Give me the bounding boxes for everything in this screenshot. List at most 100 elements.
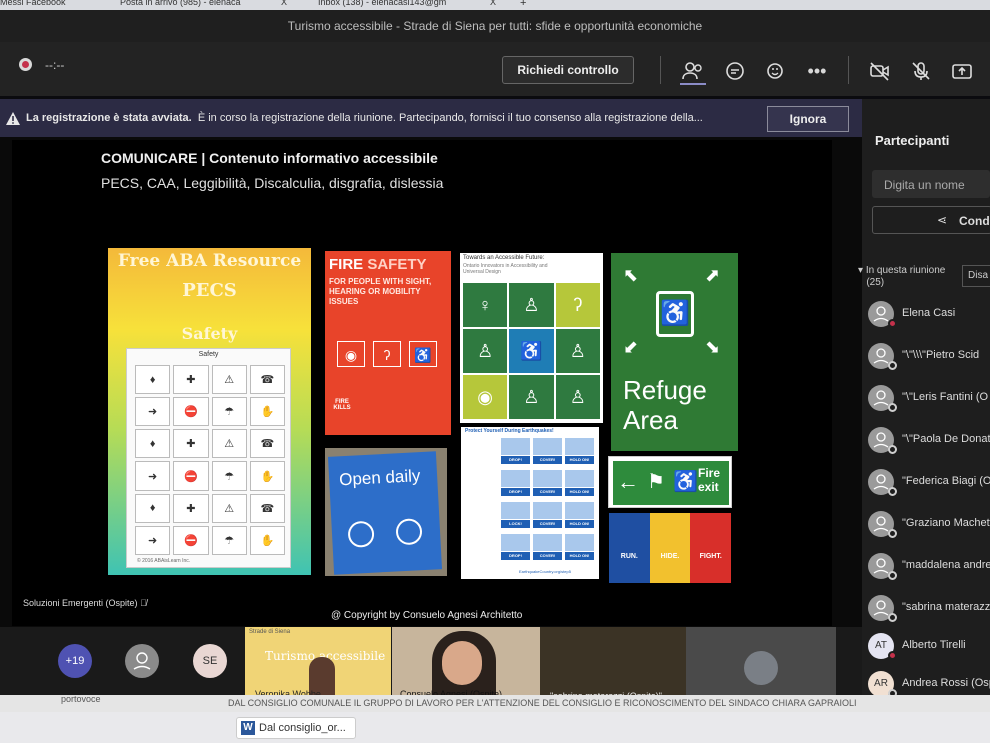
earthquake-step-label: HOLD ON!	[565, 552, 594, 560]
more-options-icon[interactable]: •••	[806, 60, 828, 82]
pecs-card-icon: ☎	[249, 429, 285, 459]
search-participants-input[interactable]: Digita un nome	[872, 170, 990, 198]
ontario-line2: Ontario Innovators in Accessibility and …	[463, 263, 548, 275]
banner-bold: La registrazione è stata avviata.	[26, 112, 192, 124]
avatar	[744, 651, 778, 685]
presence-dot	[888, 613, 897, 622]
chat-icon[interactable]	[724, 60, 746, 82]
participants-icon[interactable]	[682, 60, 704, 82]
pecs-line3: Safety	[181, 324, 238, 343]
fire-kills-bottom: KILLS	[333, 405, 351, 411]
participants-panel: Partecipanti Digita un nome ⋖ Condi ▾ In…	[858, 99, 990, 713]
pecs-card-icon: ✋	[249, 397, 285, 427]
pecs-card-icon: ☎	[249, 365, 285, 395]
wheelchair-icon: ♿	[409, 341, 437, 367]
taskbar-document[interactable]: W Dal consiglio_or...	[236, 717, 356, 739]
video-tile[interactable]: Turismo accessibile Strade di Siena Vero…	[245, 627, 391, 705]
video-tile[interactable]	[686, 627, 836, 705]
running-man-icon: ⚑	[647, 471, 665, 493]
section-label: In questa riunione	[865, 265, 946, 276]
browser-tab[interactable]: Posta in arrivo (985) - elenaca	[120, 0, 241, 10]
earthquake-step-image	[533, 534, 562, 551]
earthquake-title: Protect Yourself During Earthquakes!	[465, 428, 554, 434]
pecs-card-icon: ☂	[211, 397, 247, 427]
participant-name[interactable]: "Graziano Machett	[902, 517, 990, 529]
banner-message: La registrazione è stata avviata. È in c…	[26, 112, 703, 124]
clock-icon	[347, 520, 375, 548]
browser-tab[interactable]: Inbox (138) - elenacasi143@gm	[318, 0, 446, 10]
earthquake-step-image	[533, 438, 562, 455]
video-tile[interactable]: Consuelo Agnesi (Ospite)	[392, 627, 540, 705]
request-control-button[interactable]: Richiedi controllo	[502, 56, 634, 84]
pecs-card-icon: ✋	[249, 461, 285, 491]
share-label: Condi	[959, 214, 990, 228]
refuge-area-sign: ⬉ ⬈ ⬋ ⬊ ♿ Refuge Area	[611, 253, 738, 451]
close-icon[interactable]: X	[490, 0, 496, 10]
earthquake-step-image	[501, 502, 530, 519]
reactions-icon[interactable]	[765, 60, 787, 82]
participant-name[interactable]: Alberto Tirelli	[902, 639, 966, 651]
presence-dot	[888, 529, 897, 538]
participant-name[interactable]: Elena Casi	[902, 307, 955, 319]
open-daily-photo: Open daily	[325, 448, 447, 576]
participant-name[interactable]: "\"\\\"Pietro Scid	[902, 349, 979, 361]
participant-name[interactable]: "Federica Biagi (Os	[902, 475, 990, 487]
more-participants-button[interactable]: +19	[58, 644, 92, 678]
pecs-card-icon: ☎	[249, 493, 285, 523]
pecs-line1: Free ABA Resource	[117, 251, 302, 271]
participant-name[interactable]: "\"Paola De Donat	[902, 433, 990, 445]
video-tile[interactable]: "sabrina materazzi (Ospite)"	[540, 627, 686, 705]
participant-name[interactable]: "sabrina materazzi (	[902, 601, 990, 613]
accessibility-icon-grid: ♀ ♙ ʔ ♙ ♿ ♙ ◉ ♙ ♙	[463, 283, 600, 419]
ignore-button[interactable]: Ignora	[767, 106, 849, 132]
pecs-card-icon: ✚	[173, 493, 209, 523]
pecs-card-icon: ⚠	[211, 493, 247, 523]
refuge-line2: Area	[623, 405, 678, 435]
section-header[interactable]: ▾ In questa riunione (25)	[858, 265, 945, 289]
new-tab-button[interactable]: +	[520, 0, 526, 10]
participant-name[interactable]: "maddalena andrei	[902, 559, 990, 571]
share-screen-icon[interactable]	[951, 60, 973, 82]
browser-tab[interactable]: Messi Facebook	[0, 0, 66, 10]
taskbar-document-label: Dal consiglio_or...	[259, 722, 346, 734]
participant-name[interactable]: Andrea Rossi (Ospite	[902, 677, 990, 689]
accessible-exit-icon: ♿	[656, 291, 694, 337]
mic-off-icon: 🎙̸	[140, 598, 147, 608]
earthquake-step-label: COVER!	[533, 456, 562, 464]
share-invite-button[interactable]: ⋖ Condi	[872, 206, 990, 234]
earthquake-steps: DROP! COVER! HOLD ON! DROP! COVER! HOLD ON! LO…	[501, 438, 597, 564]
fire-body: FOR PEOPLE WITH SIGHT, HEARING OR MOBILI…	[329, 277, 432, 306]
arrow-icon: ⬋	[623, 337, 639, 357]
accessibility-icon: ♙	[463, 329, 508, 373]
fire-exit-text: Fire exit	[698, 466, 720, 494]
record-icon	[19, 58, 32, 71]
refuge-text: Refuge Area	[623, 375, 707, 435]
presentation-slide: COMUNICARE | Contenuto informativo acces…	[12, 140, 832, 626]
mic-off-icon[interactable]	[910, 60, 932, 82]
mute-all-button[interactable]: Disa	[962, 265, 990, 287]
pecs-card-icon: ⛔	[173, 525, 209, 555]
presence-dot	[888, 445, 897, 454]
earthquake-step-label: COVER!	[533, 488, 562, 496]
fire-kills-logo: FIRE KILLS	[331, 399, 353, 411]
earthquake-poster: Protect Yourself During Earthquakes! DRO…	[461, 427, 599, 579]
camera-off-icon[interactable]	[869, 60, 891, 82]
arrow-icon: ⬈	[705, 265, 721, 285]
run-panel: RUN.	[609, 513, 650, 583]
sight-icon: ◉	[337, 341, 365, 367]
pecs-card-icon: ⛔	[173, 397, 209, 427]
pecs-grid: ♦ ✚ ⚠ ☎ ➜ ⛔ ☂ ✋ ♦ ✚ ⚠ ☎ ➜ ⛔ ☂ ✋ ♦ ✚ ⚠ ☎ ➜ ⛔ ☂ ✋	[135, 365, 285, 555]
pecs-card-icon: ♦	[135, 365, 171, 395]
active-tab-indicator	[680, 83, 706, 85]
close-icon[interactable]: X	[281, 0, 287, 10]
taskbar: DAL CONSIGLIO COMUNALE IL GRUPPO DI LAVO…	[0, 694, 990, 743]
ontario-line1: Towards an Accessible Future:	[463, 255, 545, 261]
accessibility-icon: ʔ	[555, 283, 600, 327]
refuge-line1: Refuge	[623, 375, 707, 405]
earthquake-step-image	[533, 470, 562, 487]
recording-banner: La registrazione è stata avviata. È in c…	[0, 99, 862, 137]
earthquake-step-label: COVER!	[533, 552, 562, 560]
taskbar-label: portovoce	[61, 694, 101, 704]
participant-name[interactable]: "\"Leris Fantini (O	[902, 391, 988, 403]
clock-icon	[395, 518, 423, 546]
